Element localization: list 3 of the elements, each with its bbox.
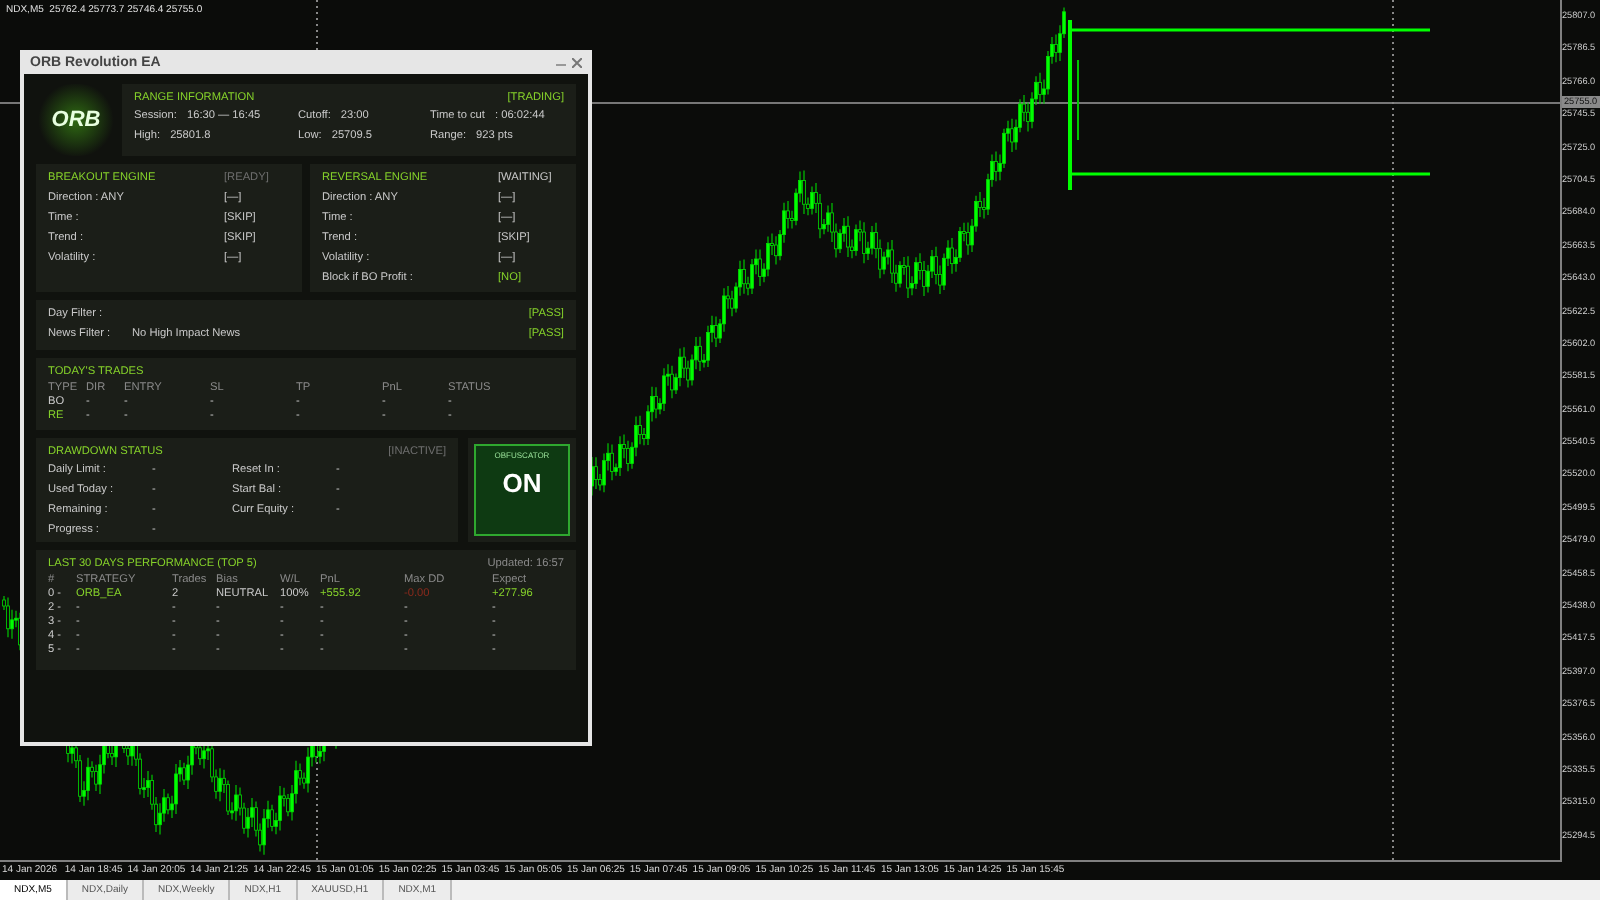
orb-logo: ORB bbox=[36, 84, 116, 156]
close-icon[interactable] bbox=[572, 57, 582, 67]
obfuscator-state: ON bbox=[502, 470, 542, 496]
